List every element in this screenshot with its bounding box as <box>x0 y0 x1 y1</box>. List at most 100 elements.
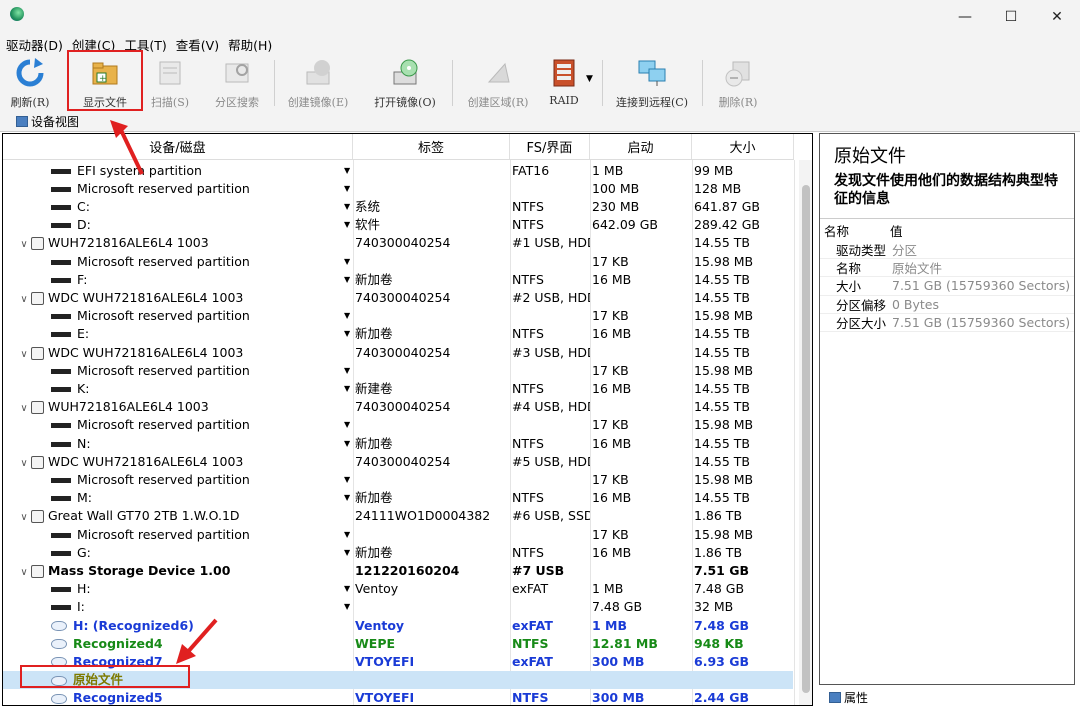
properties-table: 名称 值 驱动类型 分区 名称 原始文件 大小 7.51 GB (15759360 Sec… <box>820 218 1074 332</box>
cell-label <box>355 526 509 544</box>
cell-fs: #7 USB <box>512 562 565 578</box>
menu-view[interactable]: 查看(V) <box>176 35 219 54</box>
cell-size: 15.98 MB <box>694 471 754 487</box>
table-row[interactable]: Microsoft reserved partition ▼ 17 KB 15.98 … <box>3 416 793 434</box>
dropdown-arrow-icon[interactable]: ▼ <box>344 471 350 489</box>
dropdown-arrow-icon[interactable]: ▼ <box>344 271 350 289</box>
table-row[interactable]: D: ▼ 软件 NTFS 642.09 GB 289.42 GB <box>3 216 793 234</box>
property-name: 驱动类型 <box>836 243 887 259</box>
table-row[interactable]: ∨ WDC WUH721816ALE6L4 1003 740300040254 #5 … <box>3 453 793 471</box>
raid-dropdown-icon[interactable]: ▼ <box>586 74 593 84</box>
scan-button[interactable]: 扫描(S) <box>144 54 196 110</box>
vertical-scrollbar[interactable] <box>799 160 812 705</box>
table-row[interactable]: Microsoft reserved partition ▼ 17 KB 15.98 … <box>3 253 793 271</box>
hard-disk-icon <box>31 237 44 251</box>
raid-button[interactable]: RAID <box>546 54 582 110</box>
tab-properties[interactable]: 属性 <box>829 686 868 708</box>
expand-chevron-icon[interactable]: ∨ <box>17 509 31 525</box>
close-button[interactable]: ✕ <box>1034 0 1080 34</box>
cell-size: 6.93 GB <box>694 653 749 669</box>
table-row[interactable]: Microsoft reserved partition ▼ 100 MB 128 M… <box>3 180 793 198</box>
table-row[interactable]: Microsoft reserved partition ▼ 17 KB 15.98 … <box>3 362 793 380</box>
minimize-button[interactable]: — <box>942 0 988 34</box>
table-row[interactable]: ∨ WDC WUH721816ALE6L4 1003 740300040254 #2 … <box>3 289 793 307</box>
cell-size: 14.55 TB <box>694 380 750 396</box>
table-row[interactable]: E: ▼ 新加卷 NTFS 16 MB 14.55 TB <box>3 325 793 343</box>
column-header-device[interactable]: 设备/磁盘 <box>3 134 353 159</box>
table-row[interactable]: Microsoft reserved partition ▼ 17 KB 15.98 … <box>3 471 793 489</box>
column-header-fs[interactable]: FS/界面 <box>510 134 590 159</box>
partition-icon <box>51 259 71 265</box>
table-row[interactable]: ∨ Mass Storage Device 1.00 121220160204 #7 … <box>3 562 793 580</box>
cell-start <box>592 289 692 307</box>
table-row[interactable]: Recognized5 VTOYEFI NTFS 300 MB 2.44 GB <box>3 689 793 706</box>
partition-search-button[interactable]: 分区搜索 <box>206 54 268 110</box>
expand-chevron-icon[interactable]: ∨ <box>17 400 31 416</box>
expand-chevron-icon[interactable]: ∨ <box>17 236 31 252</box>
menu-help[interactable]: 帮助(H) <box>228 35 272 54</box>
device-name: F: <box>77 271 88 287</box>
table-row[interactable]: Microsoft reserved partition ▼ 17 KB 15.98 … <box>3 526 793 544</box>
table-row[interactable]: K: ▼ 新建卷 NTFS 16 MB 14.55 TB <box>3 380 793 398</box>
expand-chevron-icon[interactable]: ∨ <box>17 455 31 471</box>
toolbar-separator <box>602 60 603 106</box>
cell-size: 14.55 TB <box>694 235 750 251</box>
expand-chevron-icon[interactable]: ∨ <box>17 291 31 307</box>
create-region-button[interactable]: 创建区域(R) <box>460 54 536 110</box>
table-row[interactable]: ∨ WDC WUH721816ALE6L4 1003 740300040254 #3 … <box>3 344 793 362</box>
column-header-label[interactable]: 标签 <box>353 134 510 159</box>
property-row: 驱动类型 分区 <box>820 241 1074 260</box>
table-row[interactable]: H: ▼ Ventoy exFAT 1 MB 7.48 GB <box>3 580 793 598</box>
cell-label <box>355 307 509 325</box>
dropdown-arrow-icon[interactable]: ▼ <box>344 180 350 198</box>
delete-button[interactable]: 删除(R) <box>710 54 766 110</box>
connect-remote-button[interactable]: 连接到远程(C) <box>610 54 694 110</box>
dropdown-arrow-icon[interactable]: ▼ <box>344 216 350 234</box>
expand-chevron-icon[interactable]: ∨ <box>17 346 31 362</box>
partition-icon <box>51 223 71 229</box>
expand-chevron-icon[interactable]: ∨ <box>17 564 31 580</box>
table-row[interactable]: C: ▼ 系统 NTFS 230 MB 641.87 GB <box>3 198 793 216</box>
dropdown-arrow-icon[interactable]: ▼ <box>344 380 350 398</box>
dropdown-arrow-icon[interactable]: ▼ <box>344 253 350 271</box>
device-name: Recognized5 <box>73 690 163 706</box>
tab-device-view[interactable]: 设备视图 <box>16 113 79 130</box>
cell-label: 新加卷 <box>355 490 393 506</box>
dropdown-arrow-icon[interactable]: ▼ <box>344 198 350 216</box>
table-row[interactable]: N: ▼ 新加卷 NTFS 16 MB 14.55 TB <box>3 435 793 453</box>
dropdown-arrow-icon[interactable]: ▼ <box>344 362 350 380</box>
table-row[interactable]: H: (Recognized6) Ventoy exFAT 1 MB 7.48 GB <box>3 617 793 635</box>
create-image-button[interactable]: 创建镜像(E) <box>282 54 354 110</box>
dropdown-arrow-icon[interactable]: ▼ <box>344 307 350 325</box>
column-header-start[interactable]: 启动 <box>590 134 692 159</box>
cell-start: 300 MB <box>592 690 645 706</box>
table-row[interactable]: ∨ WUH721816ALE6L4 1003 740300040254 #4 USB,… <box>3 398 793 416</box>
table-row[interactable]: EFI system partition ▼ FAT16 1 MB 99 MB <box>3 162 793 180</box>
table-row[interactable]: F: ▼ 新加卷 NTFS 16 MB 14.55 TB <box>3 271 793 289</box>
cell-fs <box>512 471 590 489</box>
menu-drive[interactable]: 驱动器(D) <box>6 35 63 54</box>
table-row[interactable]: ∨ WUH721816ALE6L4 1003 740300040254 #1 USB,… <box>3 234 793 252</box>
table-row[interactable]: Microsoft reserved partition ▼ 17 KB 15.98 … <box>3 307 793 325</box>
dropdown-arrow-icon[interactable]: ▼ <box>344 598 350 616</box>
dropdown-arrow-icon[interactable]: ▼ <box>344 489 350 507</box>
table-row[interactable]: Recognized4 WEPE NTFS 12.81 MB 948 KB <box>3 635 793 653</box>
table-row[interactable]: M: ▼ 新加卷 NTFS 16 MB 14.55 TB <box>3 489 793 507</box>
dropdown-arrow-icon[interactable]: ▼ <box>344 580 350 598</box>
dropdown-arrow-icon[interactable]: ▼ <box>344 526 350 544</box>
dropdown-arrow-icon[interactable]: ▼ <box>344 325 350 343</box>
dropdown-arrow-icon[interactable]: ▼ <box>344 544 350 562</box>
maximize-button[interactable]: ☐ <box>988 0 1034 34</box>
scrollbar-thumb[interactable] <box>802 185 810 693</box>
cell-size: 14.55 TB <box>694 271 750 287</box>
dropdown-arrow-icon[interactable]: ▼ <box>344 162 350 180</box>
open-image-button[interactable]: 打开镜像(O) <box>366 54 444 110</box>
table-row[interactable]: I: ▼ 7.48 GB 32 MB <box>3 598 793 616</box>
dropdown-arrow-icon[interactable]: ▼ <box>344 416 350 434</box>
cell-size: 14.55 TB <box>694 289 750 305</box>
dropdown-arrow-icon[interactable]: ▼ <box>344 435 350 453</box>
column-header-size[interactable]: 大小 <box>692 134 794 159</box>
refresh-button[interactable]: 刷新(R) <box>8 54 52 110</box>
table-row[interactable]: ∨ Great Wall GT70 2TB 1.W.O.1D 24111WO1D00… <box>3 507 793 525</box>
table-row[interactable]: G: ▼ 新加卷 NTFS 16 MB 1.86 TB <box>3 544 793 562</box>
